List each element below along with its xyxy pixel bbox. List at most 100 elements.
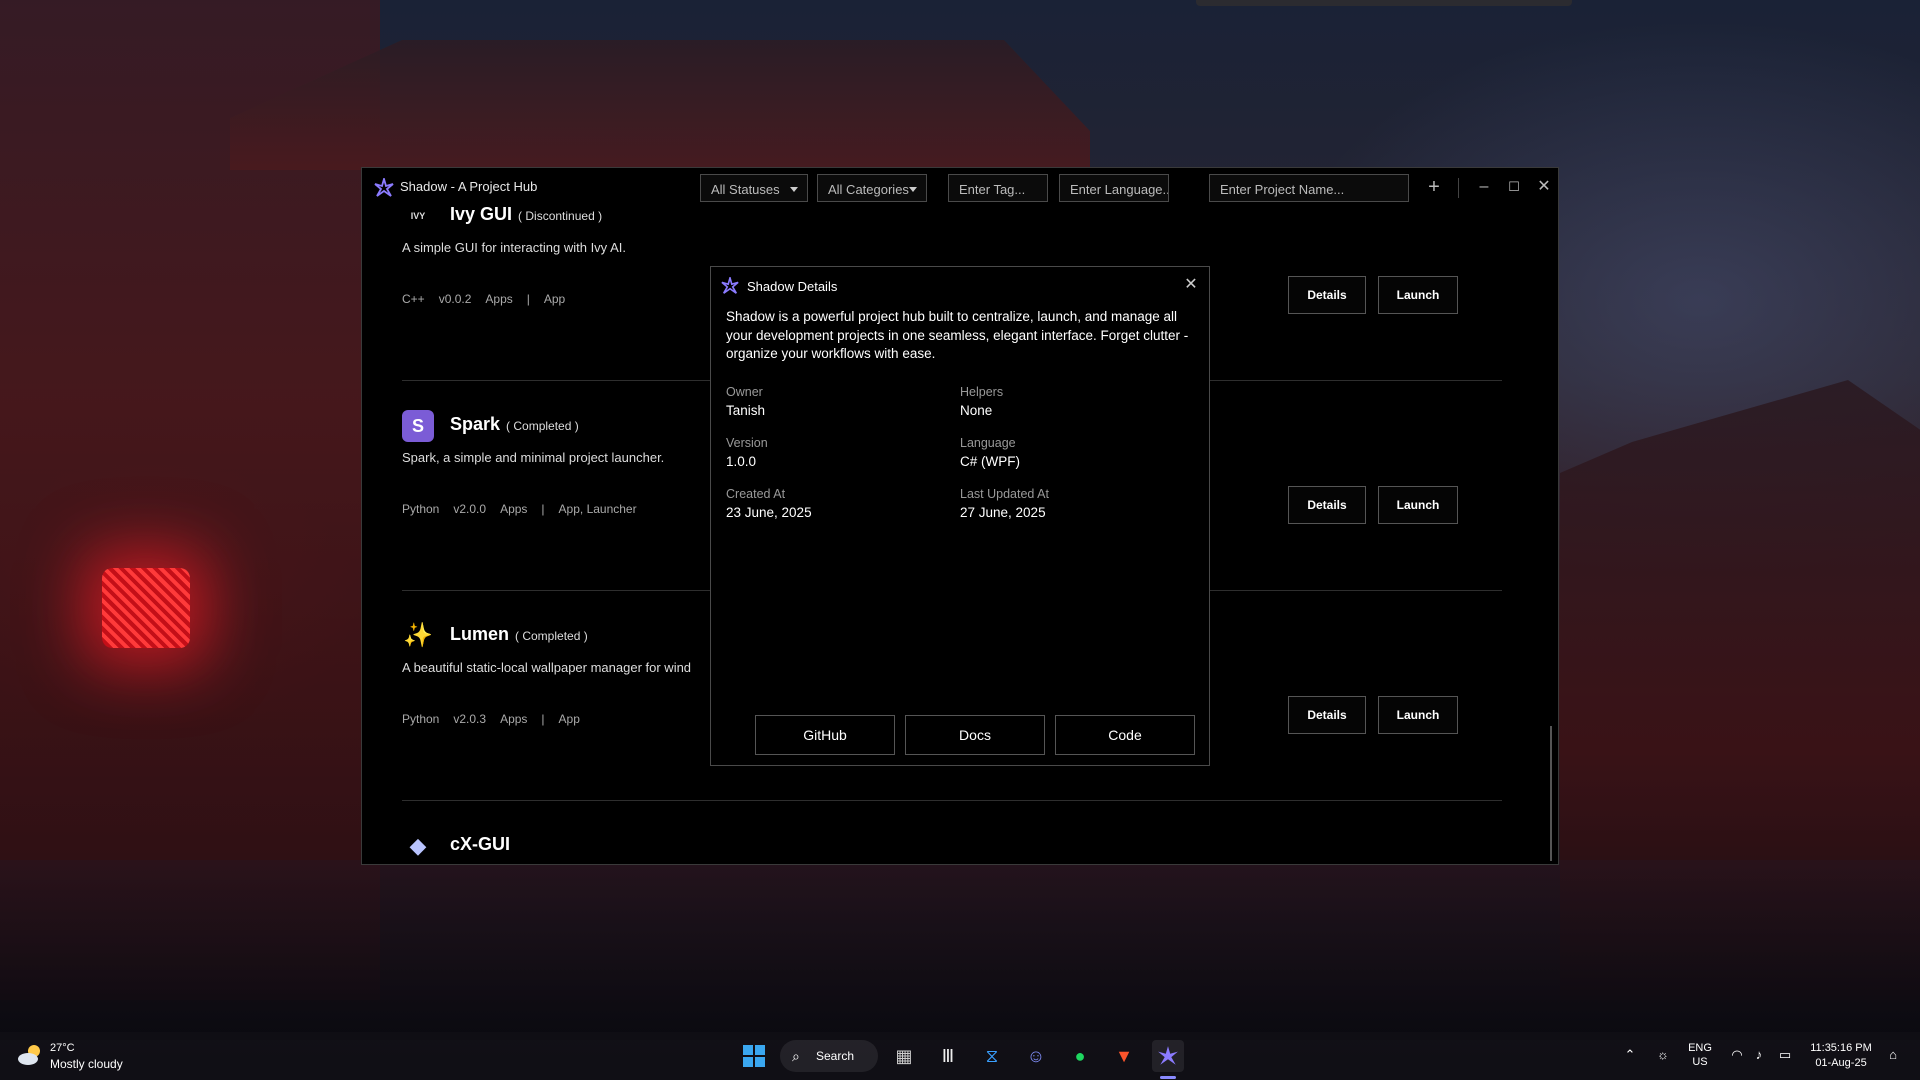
category-filter-value: All Categories [828, 182, 909, 197]
clock-date[interactable]: 01-Aug-25 [1806, 1057, 1876, 1069]
wifi-icon[interactable]: ◠ [1728, 1046, 1746, 1064]
chevron-down-icon [790, 187, 798, 192]
code-button[interactable]: Code [1055, 715, 1195, 755]
maximize-icon[interactable]: ☐ [1504, 177, 1524, 197]
weather-description[interactable]: Mostly cloudy [50, 1057, 123, 1071]
search-icon: ⌕ [792, 1048, 800, 1064]
launch-button[interactable]: Launch [1378, 696, 1458, 734]
docs-button[interactable]: Docs [905, 715, 1045, 755]
launch-button[interactable]: Launch [1378, 486, 1458, 524]
minimize-icon[interactable]: – [1474, 177, 1494, 197]
window-title: Shadow - A Project Hub [400, 179, 538, 194]
shadow-logo-icon [374, 178, 394, 197]
project-name-search-input[interactable]: Enter Project Name... [1209, 174, 1409, 202]
project-category: Apps [500, 502, 528, 516]
project-version: v0.0.2 [438, 292, 472, 306]
project-name: Ivy GUI( Discontinued ) [450, 206, 603, 224]
project-card-cx-gui: ◆ cX-GUI [402, 824, 1542, 864]
desktop-top-handle [1196, 0, 1572, 6]
spotify-icon[interactable]: ● [1064, 1040, 1096, 1072]
app-icon[interactable]: Ⅲ [932, 1040, 964, 1072]
project-language: Python [402, 502, 440, 516]
wallpaper-temple-left [0, 0, 380, 1000]
plus-icon[interactable]: + [1424, 177, 1444, 197]
clock-time[interactable]: 11:35:16 PM [1806, 1042, 1876, 1054]
cube-icon: ◆ [409, 833, 427, 858]
search-label: Search [816, 1049, 855, 1063]
created-label: Created At [726, 487, 786, 501]
taskbar-search[interactable]: ⌕ Search [780, 1040, 878, 1072]
chevron-up-icon[interactable]: ⌃ [1621, 1046, 1639, 1064]
weather-temperature[interactable]: 27°C [50, 1042, 75, 1054]
ivy-logo-icon: IVY [410, 211, 426, 221]
status-filter-value: All Statuses [711, 182, 780, 197]
vscode-icon[interactable]: ⧖ [976, 1040, 1008, 1072]
language-value: C# (WPF) [960, 454, 1020, 469]
category-filter-dropdown[interactable]: All Categories [817, 174, 927, 202]
language-filter-input[interactable]: Enter Language... [1059, 174, 1169, 202]
project-divider [402, 800, 1502, 801]
wallpaper-temple-roof [230, 40, 1090, 170]
close-icon[interactable]: ✕ [1534, 177, 1554, 197]
project-name: Spark( Completed ) [450, 414, 579, 434]
project-status: ( Completed ) [506, 419, 579, 433]
updated-value: 27 June, 2025 [960, 505, 1046, 520]
details-button[interactable]: Details [1288, 696, 1366, 734]
wallpaper-lantern [102, 568, 190, 648]
taskbar: 27°C Mostly cloudy ⌕ Search ▦ Ⅲ ⧖ ☺ ● ▼ … [0, 1032, 1920, 1080]
windows-start-icon[interactable] [738, 1040, 770, 1072]
project-status: ( Discontinued ) [518, 209, 603, 223]
wallpaper-temple-right [1560, 380, 1920, 1000]
brightness-icon[interactable]: ☼ [1654, 1046, 1672, 1064]
dialog-description: Shadow is a powerful project hub built t… [726, 309, 1189, 361]
tag-filter-input[interactable]: Enter Tag... [948, 174, 1048, 202]
project-language: C++ [402, 292, 425, 306]
status-filter-dropdown[interactable]: All Statuses [700, 174, 808, 202]
spark-logo-icon: S [402, 410, 434, 442]
file-explorer-icon[interactable]: ▦ [888, 1040, 920, 1072]
cloud-sun-icon[interactable] [16, 1042, 46, 1068]
github-button[interactable]: GitHub [755, 715, 895, 755]
project-name-placeholder: Enter Project Name... [1220, 182, 1345, 197]
project-status: ( Completed ) [515, 629, 588, 643]
sparkles-icon: ✨ [403, 622, 433, 649]
project-category: Apps [485, 292, 513, 306]
volume-icon[interactable]: ♪ [1750, 1046, 1768, 1064]
list-scrollbar[interactable] [1550, 726, 1552, 861]
project-tags: App [558, 712, 580, 726]
version-label: Version [726, 436, 768, 450]
details-button[interactable]: Details [1288, 486, 1366, 524]
close-icon[interactable]: ✕ [1181, 275, 1201, 295]
project-tags: App, Launcher [558, 502, 637, 516]
owner-value: Tanish [726, 403, 766, 418]
details-button[interactable]: Details [1288, 276, 1366, 314]
title-bar[interactable]: Shadow - A Project Hub All Statuses All … [362, 168, 1558, 206]
shadow-logo-icon [721, 277, 739, 294]
language-indicator-bottom[interactable]: US [1688, 1056, 1712, 1068]
project-version: v2.0.3 [453, 712, 487, 726]
owner-label: Owner [726, 385, 763, 399]
dialog-title: Shadow Details [747, 279, 838, 294]
meta-separator: | [541, 712, 545, 726]
created-value: 23 June, 2025 [726, 505, 812, 520]
project-name: Lumen( Completed ) [450, 624, 588, 644]
helpers-value: None [960, 403, 993, 418]
project-description: Spark, a simple and minimal project laun… [402, 450, 665, 465]
discord-icon[interactable]: ☺ [1020, 1040, 1052, 1072]
project-meta: Python v2.0.0 Apps | App, Launcher [402, 502, 651, 516]
project-description: A simple GUI for interacting with Ivy AI… [402, 240, 626, 255]
wallpaper-water [0, 860, 1920, 1040]
language-label: Language [960, 436, 1016, 450]
project-name: cX-GUI [450, 834, 511, 854]
brave-icon[interactable]: ▼ [1108, 1040, 1140, 1072]
battery-icon[interactable]: ▭ [1776, 1046, 1794, 1064]
notification-icon[interactable]: ⌂ [1884, 1046, 1902, 1064]
project-version: v2.0.0 [453, 502, 487, 516]
shadow-app-icon[interactable] [1152, 1040, 1184, 1072]
language-filter-placeholder: Enter Language... [1070, 182, 1169, 197]
project-meta: C++ v0.0.2 Apps | App [402, 292, 579, 306]
project-category: Apps [500, 712, 528, 726]
launch-button[interactable]: Launch [1378, 276, 1458, 314]
language-indicator-top[interactable]: ENG [1688, 1042, 1712, 1054]
tag-filter-placeholder: Enter Tag... [959, 182, 1026, 197]
